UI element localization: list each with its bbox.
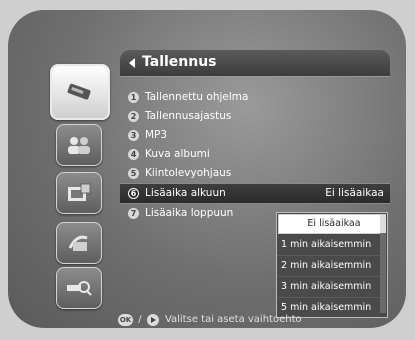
sidebar-item-users[interactable] [56, 124, 102, 166]
item-number: 2 [128, 111, 139, 122]
option-dropdown[interactable]: Ei lisäaikaa 1 min aikaisemmin 2 min aik… [276, 212, 388, 318]
satellite-icon [68, 235, 88, 251]
menu-item-label: Lisäaika loppuun [145, 207, 234, 219]
dropdown-option[interactable]: 3 min aikaisemmin [277, 277, 387, 298]
sidebar-item-search[interactable] [56, 267, 102, 309]
recording-icon [67, 83, 91, 100]
menu-item-tallennettu-ohjelma[interactable]: 1 Tallennettu ohjelma [120, 88, 390, 107]
sidebar-item-recording[interactable] [50, 64, 110, 120]
ok-button-icon: OK [118, 314, 133, 326]
users-icon [68, 137, 90, 154]
right-arrow-button-icon [146, 314, 159, 326]
title-bar: Tallennus [120, 50, 390, 77]
calendar-tv-icon [68, 183, 91, 201]
dropdown-option[interactable]: 2 min aikaisemmin [277, 256, 387, 277]
item-number: 6 [128, 188, 139, 199]
menu-item-value: Ei lisäaikaa [325, 187, 384, 199]
menu-item-kuva-albumi[interactable]: 4 Kuva albumi [120, 145, 390, 164]
footer-hint: OK / Valitse tai aseta vaihtoehto [118, 310, 388, 328]
sidebar [48, 52, 116, 312]
menu-item-mp3[interactable]: 3 MP3 [120, 126, 390, 145]
item-number: 7 [128, 208, 139, 219]
menu-item-label: Lisäaika alkuun [145, 187, 226, 199]
page-title: Tallennus [142, 54, 217, 70]
item-number: 1 [128, 92, 139, 103]
dropdown-option[interactable]: 1 min aikaisemmin [277, 235, 387, 256]
menu-item-kiintolevyohjaus[interactable]: 5 Kiintolevyohjaus [120, 164, 390, 183]
dropdown-scrollbar[interactable] [380, 215, 386, 313]
item-number: 5 [128, 168, 139, 179]
scrollbar-thumb[interactable] [380, 215, 386, 233]
dropdown-option[interactable]: Ei lisäaikaa [278, 214, 386, 234]
sidebar-item-satellite[interactable] [56, 222, 102, 264]
menu-item-label: Kuva albumi [145, 148, 210, 160]
separator: / [138, 314, 142, 325]
menu-item-tallennusajastus[interactable]: 2 Tallennusajastus [120, 107, 390, 126]
search-settings-icon [67, 281, 92, 296]
menu-item-label: Kiintolevyohjaus [145, 167, 232, 179]
back-arrow-icon[interactable] [129, 58, 135, 68]
menu-item-label: MP3 [145, 129, 168, 141]
menu-list: 1 Tallennettu ohjelma 2 Tallennusajastus… [120, 88, 390, 223]
tv-screen: Tallennus 1 Tallennettu ohjelma 2 Tallen… [8, 10, 406, 328]
item-number: 4 [128, 149, 139, 160]
menu-item-label: Tallennusajastus [145, 110, 232, 122]
menu-item-lisaaika-alkuun[interactable]: 6 Lisäaika alkuun Ei lisäaikaa [120, 183, 390, 204]
menu-item-label: Tallennettu ohjelma [145, 91, 249, 103]
footer-hint-text: Valitse tai aseta vaihtoehto [164, 314, 302, 325]
item-number: 3 [128, 130, 139, 141]
sidebar-item-calendar[interactable] [56, 172, 102, 214]
